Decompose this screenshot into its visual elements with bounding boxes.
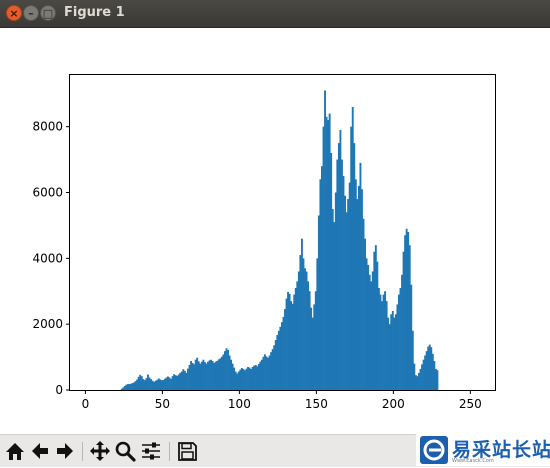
watermark-logo-icon (420, 436, 448, 464)
window-title: Figure 1 (64, 5, 125, 20)
arrow-right-icon (57, 443, 73, 459)
magnifier-icon (115, 441, 136, 462)
window-maximize-button[interactable]: □ (40, 5, 56, 21)
x-tick-label: 150 (305, 397, 328, 411)
forward-button[interactable] (54, 440, 76, 462)
y-tick-label: 2000 (32, 317, 63, 331)
figure-canvas[interactable]: 0 50 100 150 200 250 0 2000 4000 6000 8000 (0, 28, 550, 434)
histogram-chart: 0 50 100 150 200 250 0 2000 4000 6000 8000 (32, 74, 496, 411)
histogram-bars (120, 90, 439, 391)
window-titlebar: × – □ Figure 1 (0, 0, 550, 28)
watermark-subtext: Www.Easck.Com (452, 458, 494, 464)
configure-subplots-button[interactable] (140, 440, 162, 462)
toolbar-separator (169, 442, 170, 461)
save-button[interactable] (176, 440, 198, 462)
sliders-icon (142, 442, 160, 460)
x-tick-label: 250 (459, 397, 482, 411)
move-arrows-icon (90, 441, 110, 461)
y-axis-ticks: 0 2000 4000 6000 8000 (32, 120, 70, 397)
home-icon (6, 443, 24, 460)
arrow-left-icon (32, 443, 48, 459)
home-button[interactable] (4, 440, 26, 462)
x-tick-label: 200 (382, 397, 405, 411)
x-tick-label: 0 (82, 397, 90, 411)
floppy-disk-icon (178, 442, 197, 461)
zoom-button[interactable] (114, 440, 136, 462)
y-tick-label: 4000 (32, 251, 63, 265)
watermark: 易采站长站 Www.Easck.Com (416, 434, 550, 466)
x-tick-label: 50 (155, 397, 170, 411)
x-axis-ticks: 0 50 100 150 200 250 (82, 390, 482, 411)
y-tick-label: 8000 (32, 120, 63, 134)
window-close-button[interactable]: × (6, 5, 22, 21)
y-tick-label: 0 (55, 383, 63, 397)
pan-button[interactable] (89, 440, 111, 462)
x-tick-label: 100 (228, 397, 251, 411)
window-minimize-button[interactable]: – (23, 5, 39, 21)
back-button[interactable] (29, 440, 51, 462)
histogram-bar (436, 370, 439, 390)
y-tick-label: 6000 (32, 186, 63, 200)
toolbar-separator (82, 442, 83, 461)
